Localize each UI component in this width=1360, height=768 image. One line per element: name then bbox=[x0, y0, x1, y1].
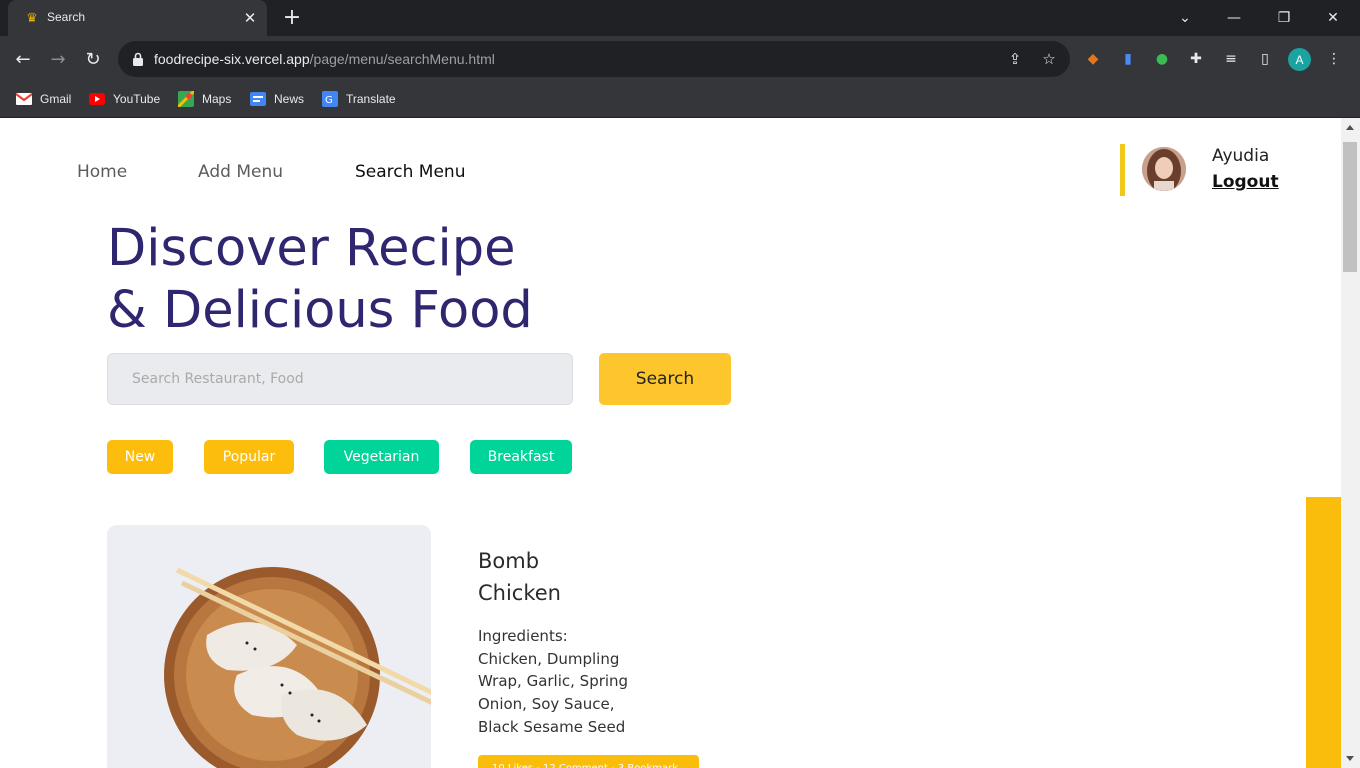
nav-add-menu[interactable]: Add Menu bbox=[198, 162, 283, 182]
recipe-title[interactable]: Bomb Chicken bbox=[478, 545, 638, 609]
tag-new[interactable]: New bbox=[107, 440, 173, 474]
ingredients-line-4: Black Sesame Seed bbox=[478, 717, 626, 736]
browser-tab-active[interactable]: ♛ Search ✕ bbox=[8, 0, 267, 36]
forward-icon[interactable]: → bbox=[47, 48, 69, 70]
bookmark-label: Gmail bbox=[40, 92, 72, 106]
translate-icon: G bbox=[322, 91, 338, 107]
user-accent-bar bbox=[1120, 144, 1125, 196]
lock-icon bbox=[133, 52, 143, 66]
hero-line-1: Discover Recipe bbox=[107, 219, 516, 278]
media-queue-icon[interactable]: ≡ bbox=[1221, 49, 1241, 69]
scroll-up-arrow-icon[interactable] bbox=[1346, 125, 1354, 130]
gmail-icon bbox=[16, 91, 32, 107]
maps-icon bbox=[178, 91, 194, 107]
close-tab-icon[interactable]: ✕ bbox=[241, 9, 259, 27]
dumpling-plate-image bbox=[107, 525, 431, 768]
recipe-stats-badge: 10 Likes - 12 Comment - 3 Bookmark bbox=[478, 755, 699, 768]
minimize-icon[interactable]: — bbox=[1224, 8, 1244, 28]
bookmark-news[interactable]: News bbox=[250, 89, 304, 109]
scrollbar-thumb[interactable] bbox=[1343, 142, 1357, 272]
browser-tabstrip: ♛ Search ✕ + ⌄ — ❐ ✕ bbox=[0, 0, 1360, 36]
web-page: Home Add Menu Search Menu Ayudia Logout … bbox=[0, 118, 1341, 768]
hero-title: Discover Recipe & Delicious Food bbox=[107, 218, 533, 342]
logout-link[interactable]: Logout bbox=[1212, 172, 1279, 192]
ingredients-line-3: Onion, Soy Sauce, bbox=[478, 695, 615, 714]
nav-home[interactable]: Home bbox=[77, 162, 127, 182]
ingredients-label: Ingredients: bbox=[478, 627, 568, 645]
url-text[interactable]: foodrecipe-six.vercel.app/page/menu/sear… bbox=[154, 51, 495, 67]
profile-avatar[interactable]: A bbox=[1288, 48, 1311, 71]
scroll-down-arrow-icon[interactable] bbox=[1346, 756, 1354, 761]
bookmark-gmail[interactable]: Gmail bbox=[16, 89, 71, 109]
bookmark-youtube[interactable]: YouTube bbox=[89, 89, 160, 109]
url-host: foodrecipe-six.vercel.app bbox=[154, 51, 310, 67]
nav-search-menu[interactable]: Search Menu bbox=[355, 162, 465, 182]
browser-toolbar: ← → ↻ foodrecipe-six.vercel.app/page/men… bbox=[0, 36, 1360, 82]
user-name: Ayudia bbox=[1212, 146, 1270, 166]
recipe-image[interactable] bbox=[107, 525, 431, 768]
address-bar[interactable]: foodrecipe-six.vercel.app/page/menu/sear… bbox=[118, 41, 1070, 77]
search-button[interactable]: Search bbox=[599, 353, 731, 405]
colorful-extension-icon[interactable]: ● bbox=[1152, 49, 1172, 69]
share-icon[interactable]: ⇪ bbox=[1006, 50, 1024, 68]
bookmark-label: Maps bbox=[202, 92, 232, 106]
back-icon[interactable]: ← bbox=[12, 48, 34, 70]
extensions-puzzle-icon[interactable]: ✚ bbox=[1186, 49, 1206, 69]
url-path: /page/menu/searchMenu.html bbox=[309, 51, 495, 67]
user-avatar[interactable] bbox=[1142, 147, 1186, 191]
svg-text:G: G bbox=[325, 95, 333, 106]
tab-search-icon[interactable]: ⌄ bbox=[1175, 8, 1195, 28]
bookmark-label: Translate bbox=[346, 92, 396, 106]
news-icon bbox=[250, 91, 266, 107]
youtube-icon bbox=[89, 91, 105, 107]
ingredients-line-1: Chicken, Dumpling bbox=[478, 649, 620, 668]
bookmark-label: YouTube bbox=[113, 92, 161, 106]
reload-icon[interactable]: ↻ bbox=[82, 48, 104, 70]
metamask-fox-icon[interactable]: ◆ bbox=[1083, 49, 1103, 69]
ingredients-line-2: Wrap, Garlic, Spring bbox=[478, 672, 629, 691]
decorative-side-block bbox=[1306, 497, 1341, 768]
hero-line-2: & Delicious Food bbox=[107, 281, 533, 340]
tag-vegetarian[interactable]: Vegetarian bbox=[324, 440, 439, 474]
tag-breakfast[interactable]: Breakfast bbox=[470, 440, 572, 474]
tag-popular[interactable]: Popular bbox=[204, 440, 294, 474]
bookmark-star-icon[interactable]: ☆ bbox=[1040, 50, 1058, 68]
side-panel-icon[interactable]: ▯ bbox=[1255, 49, 1275, 69]
more-menu-icon[interactable]: ⋮ bbox=[1324, 49, 1344, 69]
search-input[interactable] bbox=[107, 353, 573, 405]
bookmark-maps[interactable]: Maps bbox=[178, 89, 231, 109]
close-window-icon[interactable]: ✕ bbox=[1323, 8, 1343, 28]
new-tab-button[interactable]: + bbox=[281, 7, 303, 29]
recipe-ingredients: Ingredients: Chicken, Dumpling Wrap, Gar… bbox=[478, 625, 648, 739]
chef-hat-icon: ♛ bbox=[26, 10, 38, 26]
tab-title: Search bbox=[47, 10, 86, 24]
recipe-title-line-1: Bomb bbox=[478, 549, 540, 573]
bookmark-label: News bbox=[274, 92, 305, 106]
recipe-title-line-2: Chicken bbox=[478, 581, 561, 605]
restore-icon[interactable]: ❐ bbox=[1274, 8, 1294, 28]
page-scrollbar[interactable] bbox=[1341, 118, 1360, 768]
avatar-portrait-icon bbox=[1142, 147, 1186, 191]
bookmark-translate[interactable]: G Translate bbox=[322, 89, 396, 109]
docs-extension-icon[interactable]: ▮ bbox=[1118, 49, 1138, 69]
bookmarks-bar: Gmail YouTube Maps News G Translate bbox=[0, 82, 1360, 118]
